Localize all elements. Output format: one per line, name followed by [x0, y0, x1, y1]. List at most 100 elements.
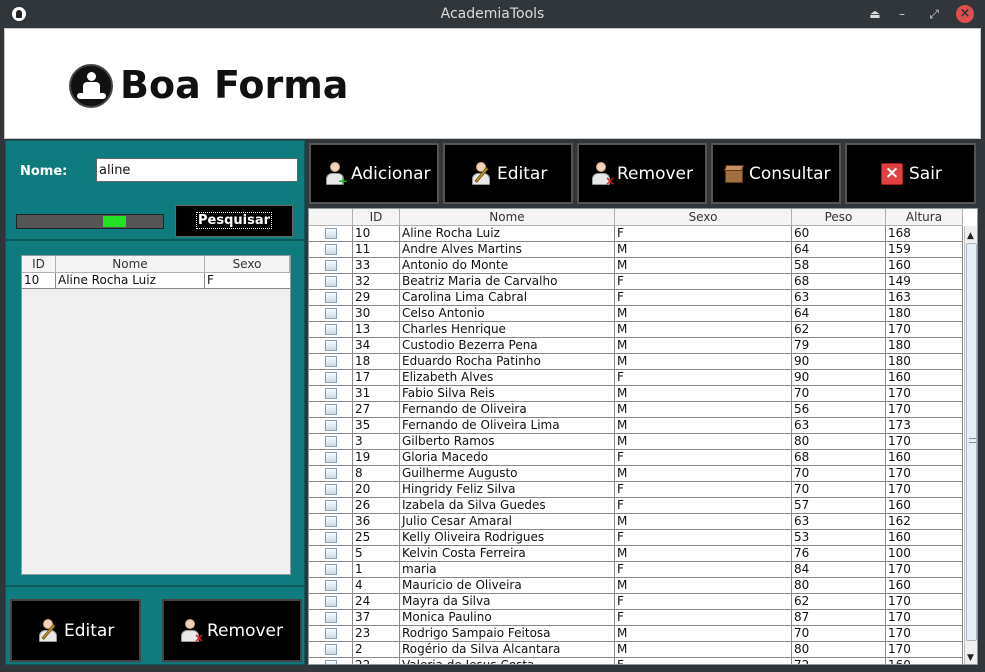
row-checkbox[interactable]: [325, 308, 337, 319]
table-row[interactable]: 10 Aline Rocha Luiz F 60 168: [309, 226, 963, 242]
cell-nome: Fernando de Oliveira Lima: [400, 418, 615, 434]
row-checkbox[interactable]: [325, 292, 337, 303]
cell-altura: 149: [886, 274, 963, 290]
results-col-sexo[interactable]: Sexo: [205, 256, 290, 273]
table-row[interactable]: 3 Gilberto Ramos M 80 170: [309, 434, 963, 450]
cell-altura: 170: [886, 562, 963, 578]
table-row[interactable]: 31 Fabio Silva Reis M 70 170: [309, 386, 963, 402]
cell-nome: Mayra da Silva: [400, 594, 615, 610]
cell-peso: 80: [792, 434, 886, 450]
query-button[interactable]: Consultar: [711, 143, 841, 204]
row-checkbox[interactable]: [325, 452, 337, 463]
row-checkbox[interactable]: [325, 372, 337, 383]
window-title: AcademiaTools: [440, 6, 545, 22]
select-cell: [309, 354, 353, 370]
select-cell: [309, 242, 353, 258]
col-altura[interactable]: Altura: [886, 209, 963, 226]
row-checkbox[interactable]: [325, 596, 337, 607]
row-checkbox[interactable]: [325, 404, 337, 415]
cell-peso: 79: [792, 338, 886, 354]
row-checkbox[interactable]: [325, 628, 337, 639]
table-row[interactable]: 17 Elizabeth Alves F 90 160: [309, 370, 963, 386]
table-row[interactable]: 11 Andre Alves Martins M 64 159: [309, 242, 963, 258]
select-cell: [309, 402, 353, 418]
row-checkbox[interactable]: [325, 228, 337, 239]
table-row[interactable]: 20 Hingridy Feliz Silva F 70 170: [309, 482, 963, 498]
results-col-id[interactable]: ID: [22, 256, 56, 273]
table-row[interactable]: 26 Izabela da Silva Guedes F 57 160: [309, 498, 963, 514]
cell-peso: 87: [792, 610, 886, 626]
table-row[interactable]: 24 Mayra da Silva F 62 170: [309, 594, 963, 610]
table-row[interactable]: 8 Guilherme Augusto M 70 170: [309, 466, 963, 482]
row-checkbox[interactable]: [325, 644, 337, 655]
row-checkbox[interactable]: [325, 484, 337, 495]
row-checkbox[interactable]: [325, 660, 337, 664]
table-row[interactable]: 25 Kelly Oliveira Rodrigues F 53 160: [309, 530, 963, 546]
add-button[interactable]: + Adicionar: [309, 143, 439, 204]
row-checkbox[interactable]: [325, 500, 337, 511]
row-checkbox[interactable]: [325, 436, 337, 447]
col-peso[interactable]: Peso: [792, 209, 886, 226]
table-row[interactable]: 18 Eduardo Rocha Patinho M 90 180: [309, 354, 963, 370]
row-checkbox[interactable]: [325, 244, 337, 255]
row-checkbox[interactable]: [325, 276, 337, 287]
table-row[interactable]: 32 Beatriz Maria de Carvalho F 68 149: [309, 274, 963, 290]
row-checkbox[interactable]: [325, 532, 337, 543]
scroll-thumb[interactable]: [966, 243, 977, 641]
row-checkbox[interactable]: [325, 420, 337, 431]
scroll-down-icon[interactable]: ▼: [967, 653, 974, 663]
table-row[interactable]: 33 Antonio do Monte M 58 160: [309, 258, 963, 274]
name-search-input[interactable]: [96, 158, 298, 182]
row-checkbox[interactable]: [325, 516, 337, 527]
select-cell: [309, 482, 353, 498]
left-remove-button[interactable]: × Remover: [162, 599, 302, 662]
col-select[interactable]: [309, 209, 353, 226]
table-row[interactable]: 36 Julio Cesar Amaral M 63 162: [309, 514, 963, 530]
remove-button[interactable]: × Remover: [577, 143, 707, 204]
exit-button[interactable]: × Sair: [845, 143, 976, 204]
row-checkbox[interactable]: [325, 612, 337, 623]
table-row[interactable]: 1 maria F 84 170: [309, 562, 963, 578]
cell-nome: maria: [400, 562, 615, 578]
row-checkbox[interactable]: [325, 388, 337, 399]
left-edit-button[interactable]: Editar: [10, 599, 141, 662]
table-row[interactable]: 23 Rodrigo Sampaio Feitosa M 70 170: [309, 626, 963, 642]
results-col-nome[interactable]: Nome: [56, 256, 205, 273]
row-checkbox[interactable]: [325, 324, 337, 335]
table-row[interactable]: 13 Charles Henrique M 62 170: [309, 322, 963, 338]
table-row[interactable]: 34 Custodio Bezerra Pena M 79 180: [309, 338, 963, 354]
col-nome[interactable]: Nome: [400, 209, 615, 226]
table-row[interactable]: 30 Celso Antonio M 64 180: [309, 306, 963, 322]
vertical-scrollbar[interactable]: ▲ ▼: [964, 226, 977, 664]
cell-sexo: F: [615, 450, 792, 466]
table-row[interactable]: 22 Valeria de Jesus Costa F 72 160: [309, 658, 963, 664]
row-checkbox[interactable]: [325, 260, 337, 271]
table-row[interactable]: 4 Mauricio de Oliveira M 80 160: [309, 578, 963, 594]
scroll-up-icon[interactable]: ▲: [967, 231, 974, 241]
table-row[interactable]: 35 Fernando de Oliveira Lima M 63 173: [309, 418, 963, 434]
row-checkbox[interactable]: [325, 340, 337, 351]
minimize-icon[interactable]: –: [893, 5, 911, 23]
table-row[interactable]: 37 Monica Paulino F 87 170: [309, 610, 963, 626]
row-checkbox[interactable]: [325, 548, 337, 559]
row-checkbox[interactable]: [325, 356, 337, 367]
keep-above-icon[interactable]: ⏏: [866, 5, 884, 23]
search-button[interactable]: Pesquisar: [175, 205, 293, 237]
table-row[interactable]: 19 Gloria Macedo F 68 160: [309, 450, 963, 466]
col-id[interactable]: ID: [353, 209, 400, 226]
edit-button[interactable]: Editar: [443, 143, 573, 204]
results-row[interactable]: 10 Aline Rocha Luiz F: [22, 273, 290, 289]
cell-id: 33: [353, 258, 400, 274]
col-sexo[interactable]: Sexo: [615, 209, 792, 226]
row-checkbox[interactable]: [325, 564, 337, 575]
close-icon[interactable]: ×: [956, 5, 974, 23]
cell-sexo: M: [615, 418, 792, 434]
maximize-icon[interactable]: ⤢: [925, 5, 943, 23]
row-checkbox[interactable]: [325, 468, 337, 479]
table-row[interactable]: 29 Carolina Lima Cabral F 63 163: [309, 290, 963, 306]
row-checkbox[interactable]: [325, 580, 337, 591]
table-row[interactable]: 5 Kelvin Costa Ferreira M 76 100: [309, 546, 963, 562]
title-bar: AcademiaTools ⏏ – ⤢ ×: [0, 0, 985, 28]
table-row[interactable]: 2 Rogério da Silva Alcantara M 80 170: [309, 642, 963, 658]
table-row[interactable]: 27 Fernando de Oliveira M 56 170: [309, 402, 963, 418]
